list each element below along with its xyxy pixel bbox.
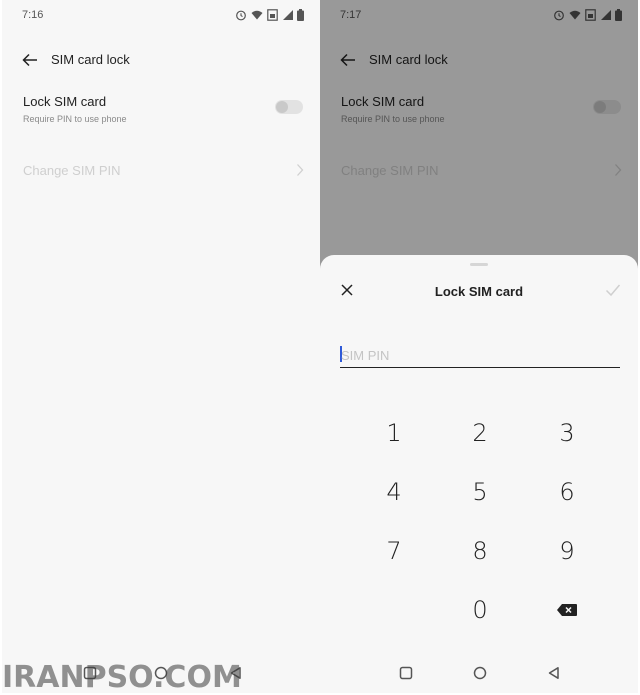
app-bar: SIM card lock — [2, 46, 320, 74]
nav-back-button[interactable] — [542, 661, 566, 685]
left-screen: 7:16 SIM card lock Lock SIM card Require… — [2, 0, 320, 693]
key-6[interactable]: 6 — [537, 472, 597, 512]
lock-sim-label: Lock SIM card — [23, 94, 107, 109]
toggle-knob — [276, 101, 288, 113]
home-button[interactable] — [468, 661, 492, 685]
back-triangle-icon — [548, 667, 559, 679]
change-sim-pin-row[interactable]: Change SIM PIN — [2, 156, 320, 184]
signal-icon — [283, 10, 293, 20]
sheet-handle[interactable] — [470, 263, 488, 266]
lock-sim-toggle[interactable] — [275, 100, 303, 114]
watermark: IRANPSO.COM — [2, 660, 242, 695]
dialog-title: Lock SIM card — [434, 284, 524, 299]
check-icon — [605, 284, 621, 297]
home-circle-icon — [473, 666, 487, 680]
chevron-right-icon — [297, 164, 304, 176]
key-9[interactable]: 9 — [537, 531, 597, 571]
key-7[interactable]: 7 — [364, 531, 424, 571]
status-icons — [235, 9, 304, 21]
back-arrow-icon — [22, 53, 37, 67]
nav-bar — [320, 653, 638, 693]
wifi-icon — [251, 10, 263, 20]
lock-sim-row[interactable]: Lock SIM card Require PIN to use phone — [2, 88, 320, 132]
key-4[interactable]: 4 — [364, 472, 424, 512]
confirm-button[interactable] — [602, 279, 624, 301]
backspace-icon — [557, 604, 577, 616]
battery-icon — [297, 9, 304, 21]
sim-icon — [267, 9, 278, 21]
key-5[interactable]: 5 — [450, 472, 510, 512]
key-8[interactable]: 8 — [450, 531, 510, 571]
lock-sim-dialog: Lock SIM card SIM PIN 1 2 3 4 5 6 7 8 9 … — [320, 255, 638, 693]
key-0[interactable]: 0 — [450, 590, 510, 630]
key-1[interactable]: 1 — [364, 413, 424, 453]
change-sim-pin-label: Change SIM PIN — [23, 163, 121, 178]
recents-button[interactable] — [394, 661, 418, 685]
sim-pin-placeholder: SIM PIN — [341, 348, 390, 363]
page-title: SIM card lock — [51, 52, 130, 67]
alarm-icon — [236, 10, 246, 21]
back-button[interactable] — [18, 48, 42, 72]
key-3[interactable]: 3 — [537, 413, 597, 453]
right-screen: 7:17 SIM card lock Lock SIM card Require… — [320, 0, 638, 693]
lock-sim-sublabel: Require PIN to use phone — [23, 114, 127, 124]
key-2[interactable]: 2 — [450, 413, 510, 453]
backspace-key[interactable] — [537, 590, 597, 630]
sim-pin-input[interactable]: SIM PIN — [340, 343, 620, 368]
recents-square-icon — [399, 666, 413, 680]
status-time: 7:16 — [22, 9, 44, 21]
status-bar: 7:16 — [2, 0, 320, 30]
